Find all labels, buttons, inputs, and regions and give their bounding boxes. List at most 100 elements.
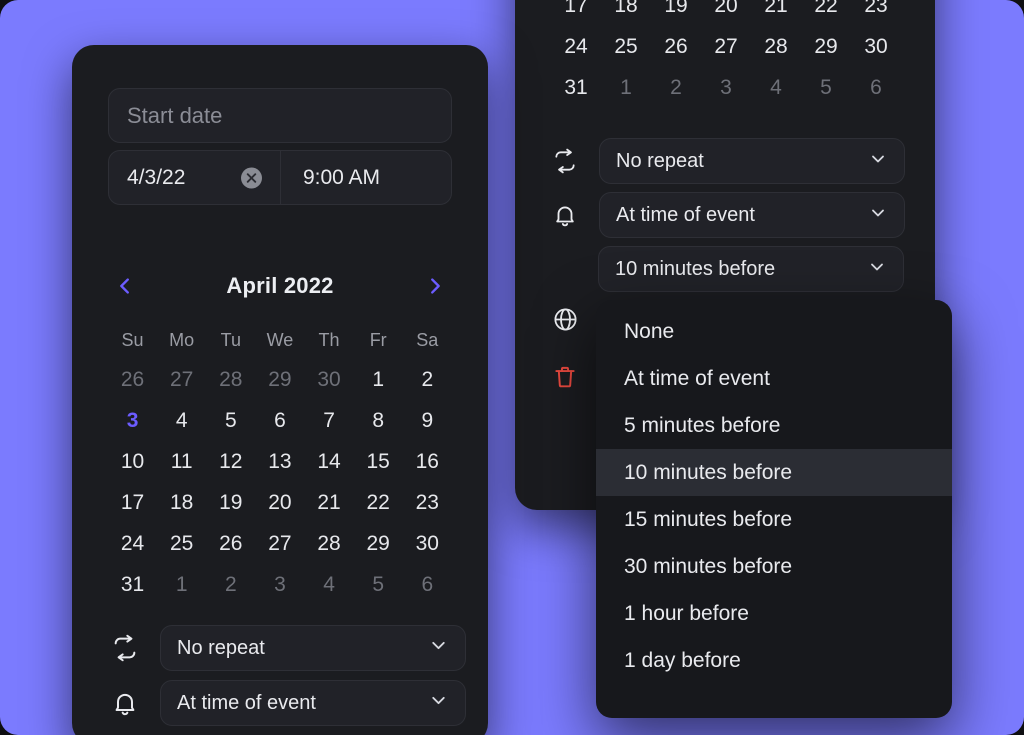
- calendar-weekday-header: Su Mo Tu We Th Fr Sa: [108, 321, 452, 359]
- calendar-day[interactable]: 28: [305, 523, 354, 564]
- repeat-select-secondary[interactable]: No repeat: [599, 138, 905, 184]
- calendar-day[interactable]: 23: [851, 0, 901, 26]
- calendar-day[interactable]: 6: [255, 400, 304, 441]
- calendar-day[interactable]: 19: [206, 482, 255, 523]
- calendar-day[interactable]: 27: [701, 26, 751, 67]
- calendar-day[interactable]: 2: [651, 67, 701, 108]
- calendar-day[interactable]: 14: [305, 441, 354, 482]
- calendar-day[interactable]: 3: [701, 67, 751, 108]
- calendar-day[interactable]: 13: [255, 441, 304, 482]
- calendar-day[interactable]: 30: [851, 26, 901, 67]
- calendar-weekday-label: Sa: [416, 329, 439, 350]
- calendar-day[interactable]: 22: [801, 0, 851, 26]
- reminder-menu-item[interactable]: 5 minutes before: [596, 402, 952, 449]
- calendar-day[interactable]: 31: [551, 67, 601, 108]
- calendar-day[interactable]: 26: [108, 359, 157, 400]
- clear-circle-icon[interactable]: [240, 167, 262, 188]
- calendar-week-row: 10 11 12 13 14 15 16: [108, 441, 452, 482]
- time-input[interactable]: 9:00 AM: [279, 151, 451, 204]
- calendar-day[interactable]: 17: [551, 0, 601, 26]
- calendar-day[interactable]: 6: [403, 564, 452, 605]
- calendar-day[interactable]: 7: [305, 400, 354, 441]
- globe-icon[interactable]: [548, 302, 582, 336]
- calendar-day[interactable]: 24: [551, 26, 601, 67]
- calendar-weekday-label: Fr: [369, 329, 387, 350]
- calendar-day[interactable]: 5: [354, 564, 403, 605]
- calendar-day[interactable]: 12: [206, 441, 255, 482]
- notification-row: At time of event: [108, 680, 466, 726]
- calendar-day[interactable]: 21: [751, 0, 801, 26]
- calendar-day[interactable]: 1: [601, 67, 651, 108]
- reminder-menu-item[interactable]: 15 minutes before: [596, 496, 952, 543]
- reminder-menu-item-label: 1 hour before: [624, 601, 749, 625]
- calendar-day[interactable]: 3: [255, 564, 304, 605]
- start-date-input[interactable]: Start date: [108, 88, 452, 143]
- reminder-menu-item[interactable]: 10 minutes before: [596, 449, 952, 496]
- chevron-right-icon[interactable]: [418, 269, 452, 303]
- date-input[interactable]: 4/3/22: [109, 151, 280, 204]
- notification-select[interactable]: At time of event: [160, 680, 466, 726]
- notification-select-secondary-1[interactable]: At time of event: [599, 192, 905, 238]
- calendar-day[interactable]: 28: [751, 26, 801, 67]
- calendar-day[interactable]: 10: [108, 441, 157, 482]
- calendar-weekday-label: Mo: [169, 329, 195, 350]
- calendar-day[interactable]: 8: [354, 400, 403, 441]
- calendar-day[interactable]: 21: [305, 482, 354, 523]
- chevron-down-icon: [867, 257, 887, 282]
- notification-select-secondary-2[interactable]: 10 minutes before: [598, 246, 904, 292]
- calendar-day[interactable]: 18: [601, 0, 651, 26]
- calendar-day[interactable]: 4: [157, 400, 206, 441]
- notification-value-secondary-1: At time of event: [616, 203, 755, 226]
- chevron-down-icon: [868, 149, 888, 174]
- calendar-day[interactable]: 20: [255, 482, 304, 523]
- calendar-day[interactable]: 6: [851, 67, 901, 108]
- calendar-day[interactable]: 11: [157, 441, 206, 482]
- chevron-left-icon[interactable]: [108, 269, 142, 303]
- calendar-day[interactable]: 23: [403, 482, 452, 523]
- notification-value: At time of event: [177, 691, 316, 714]
- calendar-day[interactable]: 27: [255, 523, 304, 564]
- calendar-weekday-label: Tu: [220, 329, 241, 350]
- calendar-day[interactable]: 4: [305, 564, 354, 605]
- calendar-day[interactable]: 29: [354, 523, 403, 564]
- calendar-day[interactable]: 28: [206, 359, 255, 400]
- calendar-day[interactable]: 27: [157, 359, 206, 400]
- calendar-day[interactable]: 1: [157, 564, 206, 605]
- calendar-day[interactable]: 9: [403, 400, 452, 441]
- calendar-day[interactable]: 20: [701, 0, 751, 26]
- reminder-menu-item[interactable]: 1 hour before: [596, 590, 952, 637]
- calendar-day[interactable]: 15: [354, 441, 403, 482]
- calendar-day[interactable]: 25: [157, 523, 206, 564]
- reminder-menu-item[interactable]: 30 minutes before: [596, 543, 952, 590]
- calendar-day[interactable]: 26: [651, 26, 701, 67]
- reminder-menu-item[interactable]: None: [596, 308, 952, 355]
- calendar-day[interactable]: 19: [651, 0, 701, 26]
- calendar-day[interactable]: 18: [157, 482, 206, 523]
- calendar-day[interactable]: 17: [108, 482, 157, 523]
- calendar-day[interactable]: 2: [403, 359, 452, 400]
- calendar-day[interactable]: 30: [403, 523, 452, 564]
- calendar-day[interactable]: 5: [206, 400, 255, 441]
- calendar-day[interactable]: 22: [354, 482, 403, 523]
- calendar-day[interactable]: 1: [354, 359, 403, 400]
- calendar-day[interactable]: 25: [601, 26, 651, 67]
- calendar-day[interactable]: 24: [108, 523, 157, 564]
- calendar-day[interactable]: 31: [108, 564, 157, 605]
- repeat-row: No repeat: [108, 625, 466, 671]
- calendar-month-header: April 2022: [108, 263, 452, 309]
- reminder-menu-item[interactable]: 1 day before: [596, 637, 952, 684]
- calendar-day[interactable]: 2: [206, 564, 255, 605]
- calendar-day[interactable]: 5: [801, 67, 851, 108]
- calendar-day[interactable]: 16: [403, 441, 452, 482]
- calendar-day[interactable]: 30: [305, 359, 354, 400]
- time-value: 9:00 AM: [302, 165, 381, 189]
- notification-row-secondary-2: 10 minutes before: [598, 246, 904, 292]
- calendar-day[interactable]: 4: [751, 67, 801, 108]
- reminder-menu-item[interactable]: At time of event: [596, 355, 952, 402]
- calendar-day-selected[interactable]: 3: [108, 400, 157, 441]
- calendar-day[interactable]: 29: [801, 26, 851, 67]
- repeat-select[interactable]: No repeat: [160, 625, 466, 671]
- calendar-day[interactable]: 29: [255, 359, 304, 400]
- calendar-day[interactable]: 26: [206, 523, 255, 564]
- trash-icon[interactable]: [548, 360, 582, 394]
